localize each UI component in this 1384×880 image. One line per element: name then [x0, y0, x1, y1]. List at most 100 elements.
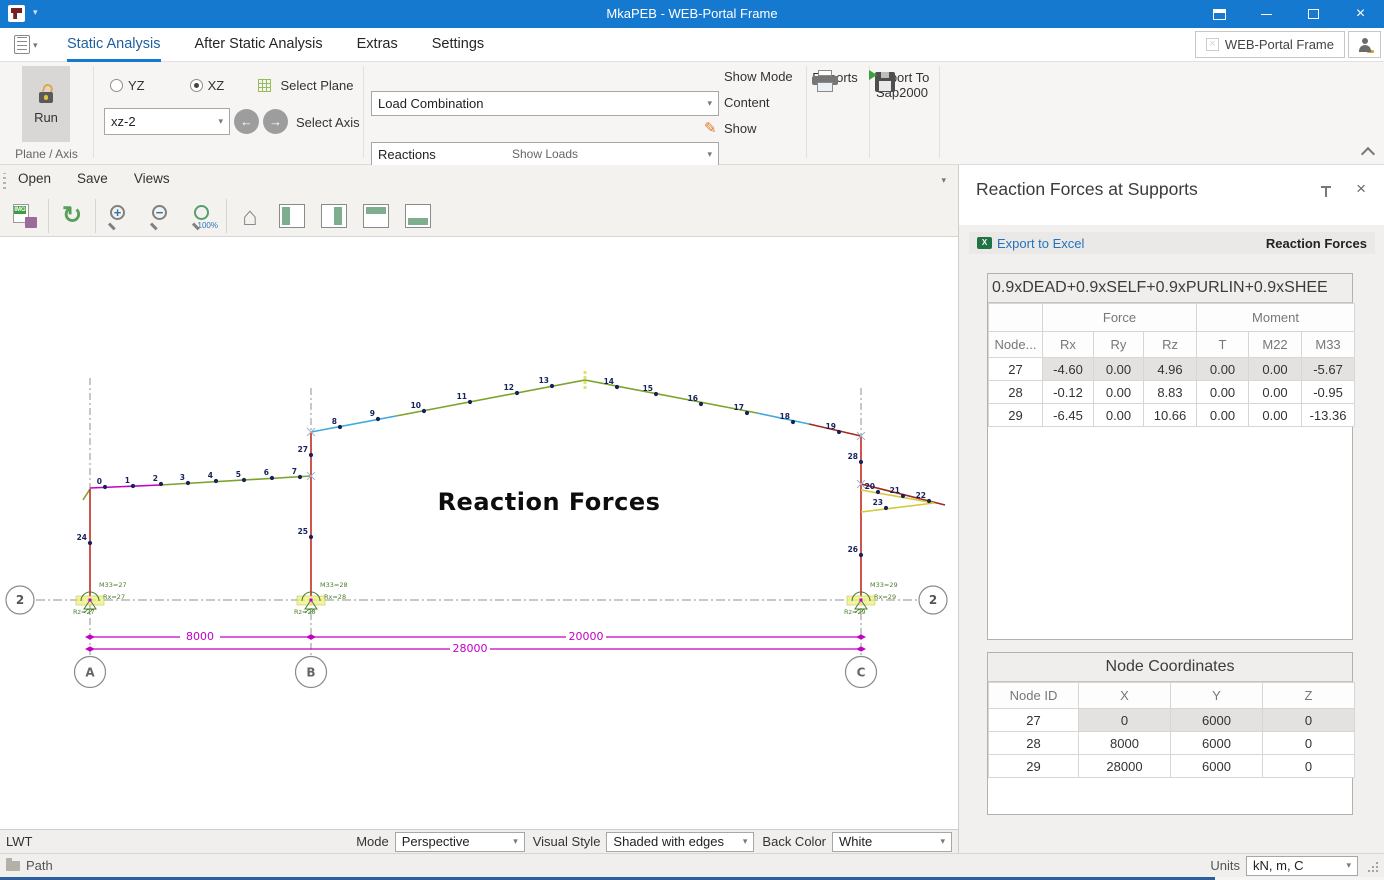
zoom-out-button[interactable]: − [140, 197, 182, 235]
table-cell[interactable]: 28 [989, 732, 1079, 755]
refresh-button[interactable]: ↻ [51, 197, 93, 235]
toolbar-menu-open[interactable]: Open [18, 171, 51, 186]
tab-settings[interactable]: Settings [432, 28, 484, 62]
table-row[interactable]: 292800060000 [989, 755, 1355, 778]
column-header[interactable]: X [1079, 683, 1171, 709]
file-menu-caret-icon[interactable]: ▾ [33, 40, 38, 51]
previous-axis-button[interactable]: ← [234, 109, 259, 134]
export-sap2000-button[interactable]: Export To Sap2000 [872, 70, 932, 100]
table-cell[interactable]: 0.00 [1197, 381, 1249, 404]
table-cell[interactable]: -13.36 [1302, 404, 1355, 427]
tab-static-analysis[interactable]: Static Analysis [67, 28, 161, 62]
model-canvas[interactable]: 80002000028000M33=27Rx=27Rz=27M33=28Rx=2… [0, 237, 958, 829]
table-cell[interactable]: 0.00 [1249, 381, 1302, 404]
table-cell[interactable]: 28 [989, 381, 1043, 404]
table-cell[interactable]: 0.00 [1094, 358, 1144, 381]
table-cell[interactable]: -5.67 [1302, 358, 1355, 381]
maximize-button[interactable] [1290, 0, 1337, 28]
toolbar-drag-handle[interactable] [3, 173, 6, 189]
close-button[interactable]: × [1337, 0, 1384, 28]
home-view-button[interactable]: ⌂ [229, 197, 271, 235]
zoom-in-button[interactable]: + [98, 197, 140, 235]
toolbar-options-caret-icon[interactable]: ▾ [941, 175, 946, 186]
table-cell[interactable]: 0 [1079, 709, 1171, 732]
minimize-button[interactable] [1243, 0, 1290, 28]
table-cell[interactable]: 0.00 [1197, 358, 1249, 381]
column-header[interactable]: M22 [1249, 332, 1302, 358]
toolbar-menu-save[interactable]: Save [77, 171, 108, 186]
user-account-button[interactable] [1348, 31, 1381, 58]
column-header[interactable]: M33 [1302, 332, 1355, 358]
table-cell[interactable]: -4.60 [1043, 358, 1094, 381]
table-cell[interactable]: 8.83 [1144, 381, 1197, 404]
tab-extras[interactable]: Extras [357, 28, 398, 62]
column-header[interactable]: Node... [989, 332, 1043, 358]
table-cell[interactable]: 0.00 [1249, 358, 1302, 381]
column-header[interactable]: Force [1043, 304, 1197, 332]
table-cell[interactable]: -6.45 [1043, 404, 1094, 427]
table-cell[interactable]: 0 [1263, 755, 1355, 778]
table-cell[interactable]: 0.00 [1094, 381, 1144, 404]
table-cell[interactable]: 6000 [1171, 755, 1263, 778]
restore-panel-button[interactable] [1196, 0, 1243, 28]
units-combobox[interactable]: kN, m, C▾ [1246, 856, 1358, 876]
save-image-button[interactable]: IMG [4, 197, 46, 235]
table-cell[interactable]: 0.00 [1249, 404, 1302, 427]
column-header[interactable]: Y [1171, 683, 1263, 709]
web-portal-frame-button[interactable]: × WEB-Portal Frame [1195, 31, 1345, 58]
edit-pencil-icon[interactable]: ✎ [704, 119, 717, 137]
back-color-combobox[interactable]: White▾ [832, 832, 952, 852]
collapse-ribbon-chevron-icon[interactable] [1363, 146, 1372, 155]
path-label[interactable]: Path [26, 858, 53, 873]
view-bottom-button[interactable] [397, 197, 439, 235]
view-right-button[interactable] [313, 197, 355, 235]
table-cell[interactable]: 27 [989, 709, 1079, 732]
radio-yz[interactable]: YZ [110, 78, 145, 93]
select-plane-button[interactable]: Select Plane [258, 77, 353, 95]
table-cell[interactable]: 10.66 [1144, 404, 1197, 427]
table-cell[interactable]: 0.00 [1197, 404, 1249, 427]
table-cell[interactable]: 0 [1263, 709, 1355, 732]
file-menu-icon[interactable] [14, 35, 30, 54]
table-cell[interactable]: -0.95 [1302, 381, 1355, 404]
toolbar-menu-views[interactable]: Views [134, 171, 170, 186]
table-cell[interactable]: 6000 [1171, 732, 1263, 755]
pin-icon[interactable] [1320, 185, 1332, 199]
table-cell[interactable]: 6000 [1171, 709, 1263, 732]
column-header[interactable]: Z [1263, 683, 1355, 709]
table-cell[interactable]: -0.12 [1043, 381, 1094, 404]
view-left-button[interactable] [271, 197, 313, 235]
table-row[interactable]: 29-6.450.0010.660.000.00-13.36 [989, 404, 1355, 427]
column-header[interactable] [989, 304, 1043, 332]
reports-button[interactable]: Reports [805, 70, 865, 85]
show-mode-combobox[interactable]: Load Combination ▾ [371, 91, 719, 116]
view-top-button[interactable] [355, 197, 397, 235]
table-cell[interactable]: 29 [989, 404, 1043, 427]
column-header[interactable]: Ry [1094, 332, 1144, 358]
run-button[interactable]: Run [22, 66, 70, 142]
column-header[interactable]: Rz [1144, 332, 1197, 358]
export-to-excel-link[interactable]: Export to Excel [997, 236, 1084, 251]
panel-close-icon[interactable]: × [1356, 179, 1366, 199]
mode-combobox[interactable]: Perspective▾ [395, 832, 525, 852]
table-cell[interactable]: 8000 [1079, 732, 1171, 755]
table-row[interactable]: 28800060000 [989, 732, 1355, 755]
table-cell[interactable]: 29 [989, 755, 1079, 778]
tab-after-static-analysis[interactable]: After Static Analysis [195, 28, 323, 62]
resize-grip[interactable] [1366, 860, 1378, 872]
table-cell[interactable]: 27 [989, 358, 1043, 381]
column-header[interactable]: Rx [1043, 332, 1094, 358]
axis-combobox[interactable]: xz-2 ▾ [104, 108, 230, 135]
table-row[interactable]: 27-4.600.004.960.000.00-5.67 [989, 358, 1355, 381]
table-cell[interactable]: 0 [1263, 732, 1355, 755]
radio-xz[interactable]: XZ [190, 78, 225, 93]
column-header[interactable]: T [1197, 332, 1249, 358]
table-cell[interactable]: 0.00 [1094, 404, 1144, 427]
visual-style-combobox[interactable]: Shaded with edges▾ [606, 832, 754, 852]
table-row[interactable]: 28-0.120.008.830.000.00-0.95 [989, 381, 1355, 404]
column-header[interactable]: Moment [1197, 304, 1355, 332]
next-axis-button[interactable]: → [263, 109, 288, 134]
zoom-100-button[interactable]: 100% [182, 197, 224, 235]
table-cell[interactable]: 28000 [1079, 755, 1171, 778]
column-header[interactable]: Node ID [989, 683, 1079, 709]
